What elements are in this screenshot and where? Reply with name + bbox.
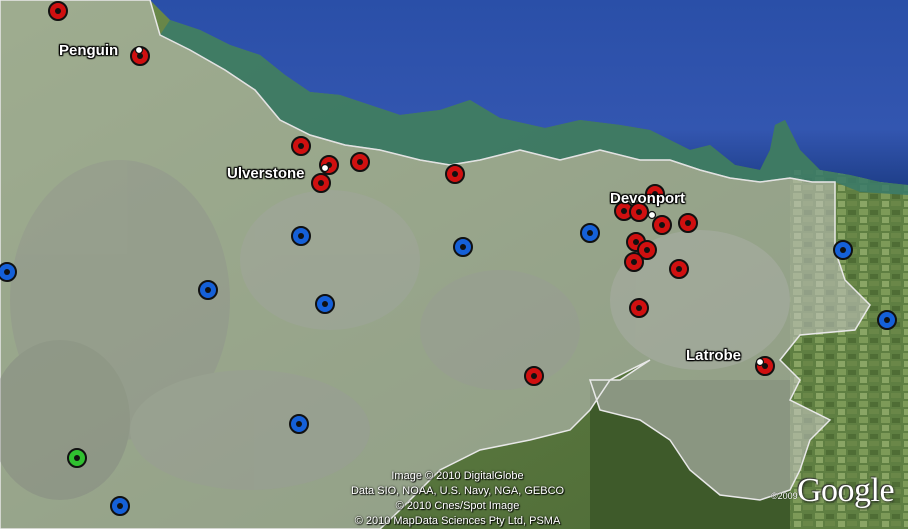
google-logo[interactable]: Google <box>797 472 895 510</box>
town-dot[interactable] <box>134 45 144 55</box>
red-location-marker[interactable] <box>48 1 68 21</box>
blue-location-marker[interactable] <box>453 237 473 257</box>
attribution-line: Data SIO, NOAA, U.S. Navy, NGA, GEBCO <box>350 485 565 497</box>
red-location-marker[interactable] <box>350 152 370 172</box>
town-label-latrobe[interactable]: Latrobe <box>686 348 741 363</box>
attribution-line: Image © 2010 DigitalGlobe <box>391 470 524 482</box>
red-location-marker[interactable] <box>624 252 644 272</box>
red-location-marker[interactable] <box>445 164 465 184</box>
town-dot[interactable] <box>647 210 657 220</box>
attribution-line: © 2010 Cnes/Spot Image <box>395 500 520 512</box>
red-location-marker[interactable] <box>629 298 649 318</box>
town-label-devonport[interactable]: Devonport <box>610 191 685 206</box>
blue-location-marker[interactable] <box>833 240 853 260</box>
red-location-marker[interactable] <box>311 173 331 193</box>
green-location-marker[interactable] <box>67 448 87 468</box>
blue-location-marker[interactable] <box>877 310 897 330</box>
town-label-penguin[interactable]: Penguin <box>59 43 118 58</box>
red-location-marker[interactable] <box>291 136 311 156</box>
blue-location-marker[interactable] <box>110 496 130 516</box>
blue-location-marker[interactable] <box>291 226 311 246</box>
blue-location-marker[interactable] <box>0 262 17 282</box>
red-location-marker[interactable] <box>678 213 698 233</box>
blue-location-marker[interactable] <box>198 280 218 300</box>
map-view[interactable]: Penguin Ulverstone Devonport Latrobe Ima… <box>0 0 908 529</box>
blue-location-marker[interactable] <box>289 414 309 434</box>
map-imagery <box>0 0 908 529</box>
red-location-marker[interactable] <box>652 215 672 235</box>
town-dot[interactable] <box>320 163 330 173</box>
attribution-line: © 2010 MapData Sciences Pty Ltd, PSMA <box>354 515 561 527</box>
town-label-ulverstone[interactable]: Ulverstone <box>227 166 305 181</box>
blue-location-marker[interactable] <box>315 294 335 314</box>
red-location-marker[interactable] <box>669 259 689 279</box>
town-dot[interactable] <box>755 357 765 367</box>
map-attribution: Image © 2010 DigitalGlobe Data SIO, NOAA… <box>320 469 595 529</box>
logo-year: ©2009 <box>771 491 798 501</box>
blue-location-marker[interactable] <box>580 223 600 243</box>
red-location-marker[interactable] <box>524 366 544 386</box>
